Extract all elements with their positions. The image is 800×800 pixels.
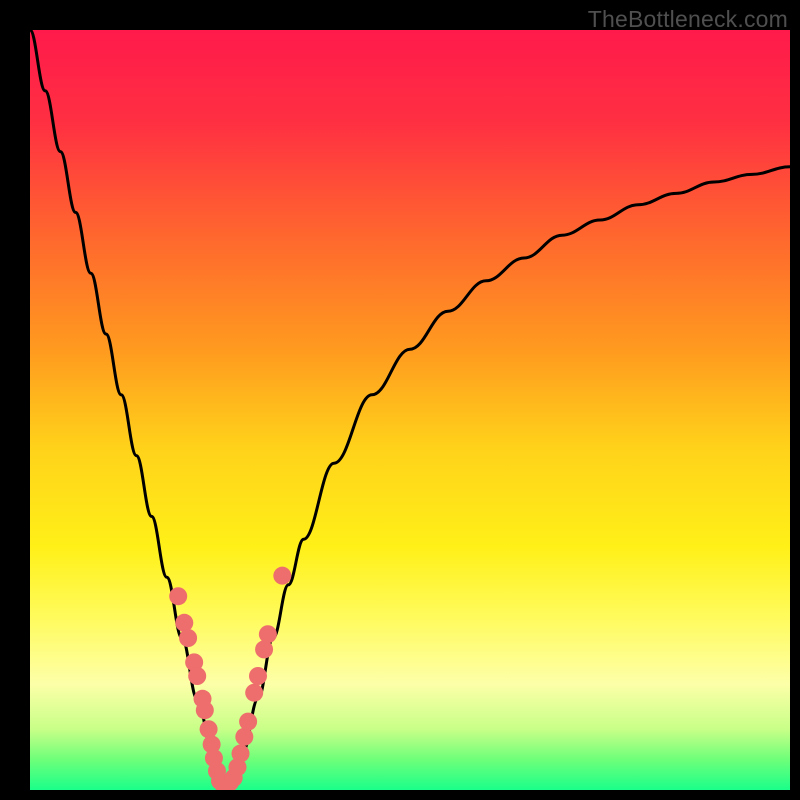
highlight-dot bbox=[232, 745, 250, 763]
highlight-dot bbox=[255, 640, 273, 658]
watermark-text: TheBottleneck.com bbox=[588, 6, 788, 33]
highlight-dot bbox=[200, 720, 218, 738]
highlight-dot bbox=[179, 629, 197, 647]
bottleneck-curve bbox=[30, 30, 790, 790]
highlight-dots bbox=[169, 567, 291, 790]
highlight-dot bbox=[169, 587, 187, 605]
plot-area bbox=[30, 30, 790, 790]
highlight-dot bbox=[259, 625, 277, 643]
highlight-dot bbox=[249, 667, 267, 685]
chart-frame: TheBottleneck.com bbox=[0, 0, 800, 800]
curve-layer bbox=[30, 30, 790, 790]
highlight-dot bbox=[239, 713, 257, 731]
highlight-dot bbox=[188, 667, 206, 685]
highlight-dot bbox=[245, 684, 263, 702]
highlight-dot bbox=[196, 701, 214, 719]
highlight-dot bbox=[235, 728, 253, 746]
highlight-dot bbox=[175, 614, 193, 632]
highlight-dot bbox=[273, 567, 291, 585]
